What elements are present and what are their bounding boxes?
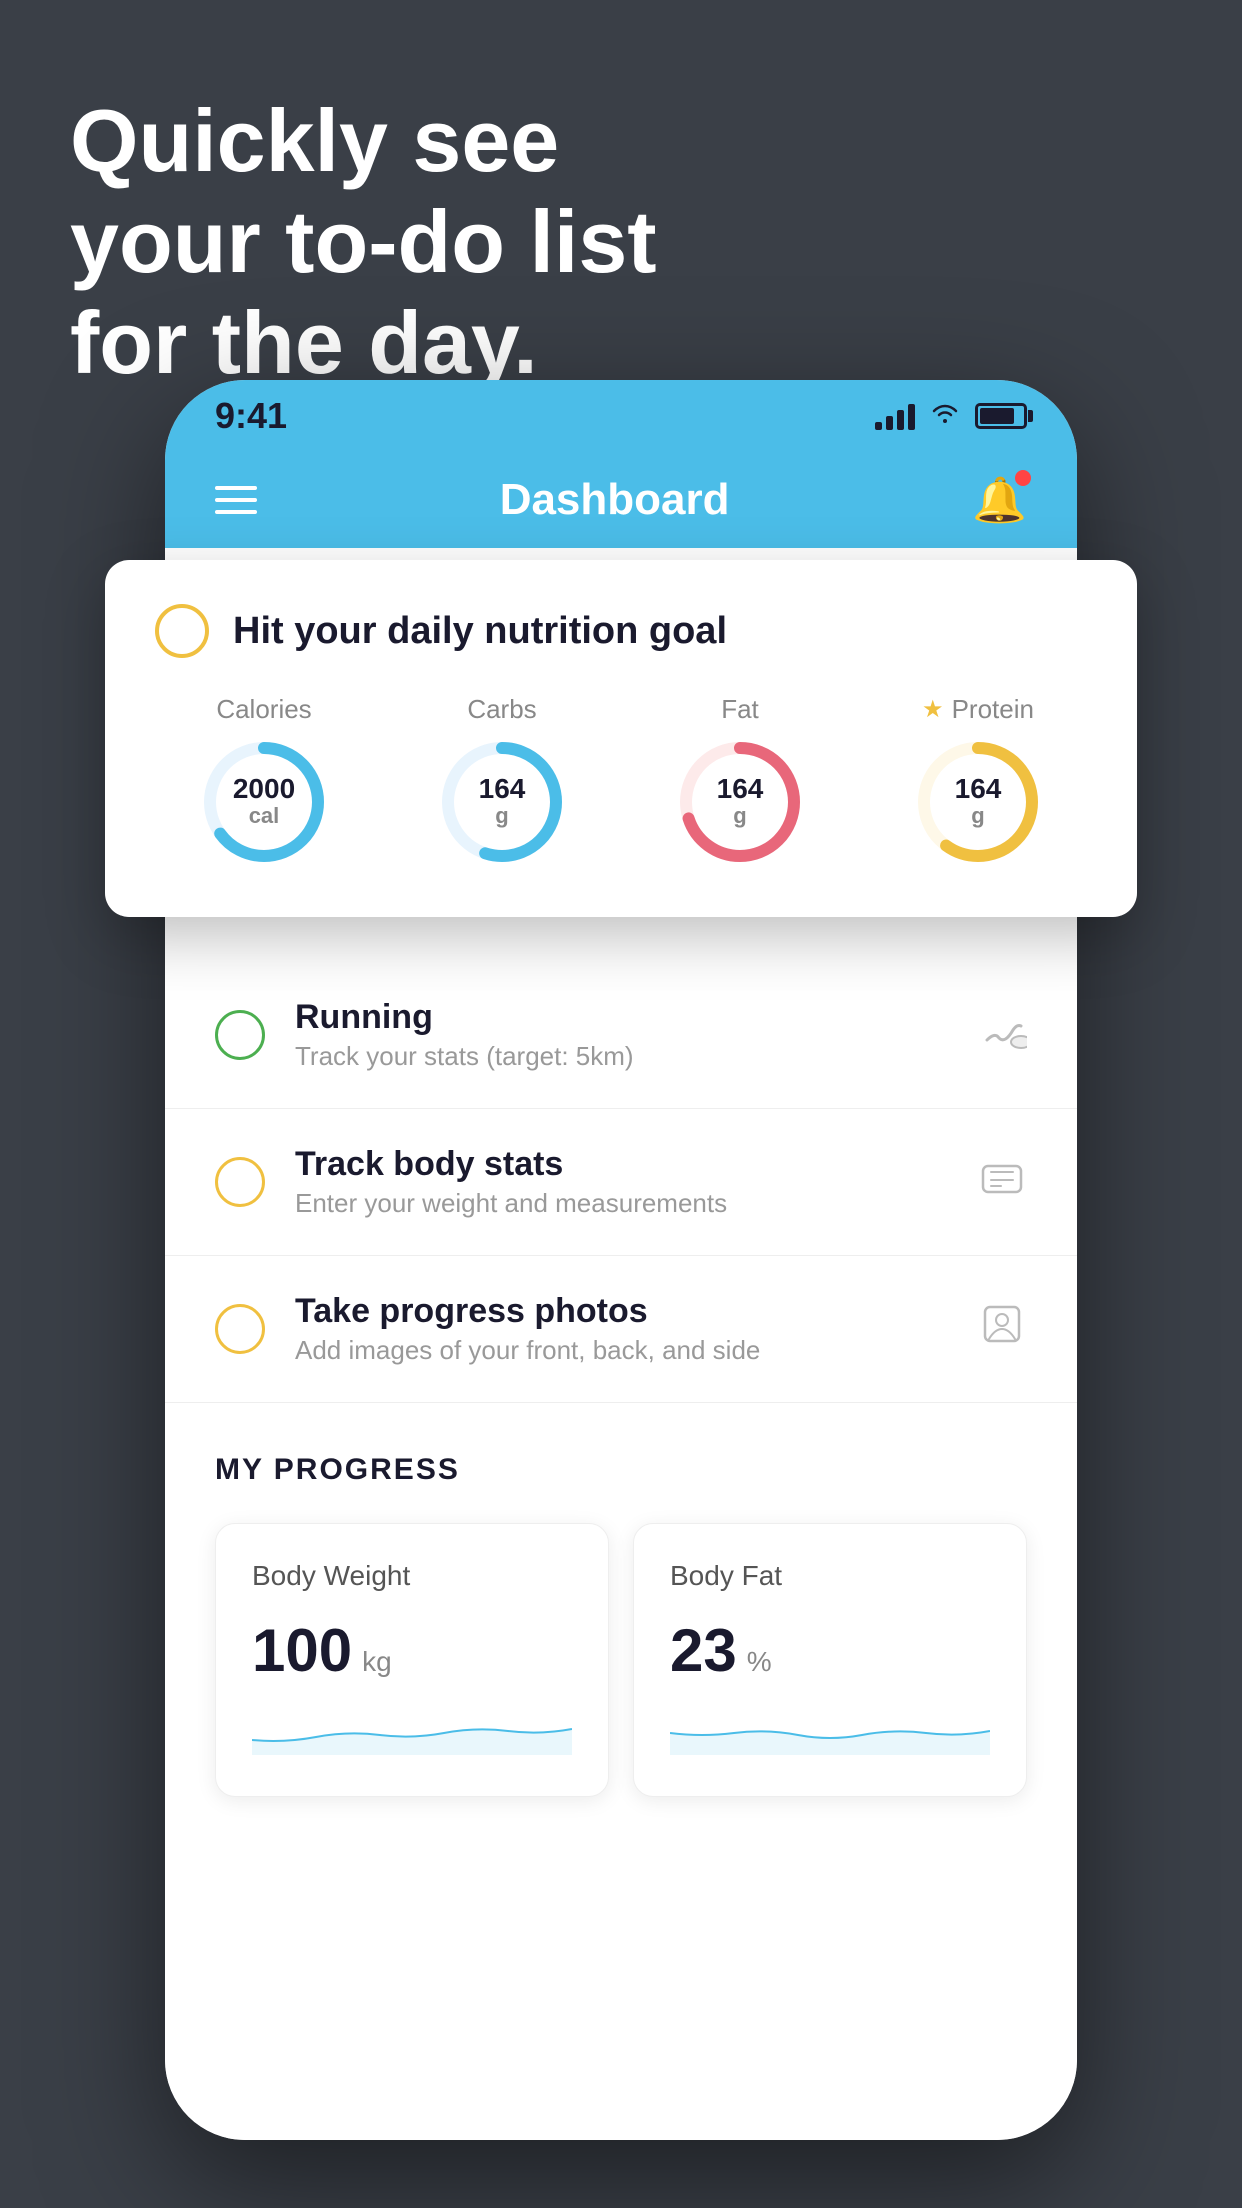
todo-text-body-stats: Track body stats Enter your weight and m… [295,1145,947,1219]
carbs-value: 164 [479,775,526,803]
body-fat-value: 23 [670,1616,737,1685]
nutrition-card-title: Hit your daily nutrition goal [233,610,727,653]
protein-ring: 164 g [913,737,1043,867]
carbs-label: Carbs [467,694,536,725]
body-fat-unit: % [747,1646,772,1678]
protein-label: Protein [952,694,1034,725]
nutrition-card: Hit your daily nutrition goal Calories 2… [105,560,1137,917]
fat-unit: g [717,803,764,829]
body-weight-sparkline [252,1705,572,1755]
progress-section: MY PROGRESS Body Weight 100 kg Body Fat [165,1403,1077,1827]
body-weight-label: Body Weight [252,1560,572,1592]
progress-cards: Body Weight 100 kg Body Fat 23 % [215,1523,1027,1797]
todo-circle-running [215,1010,265,1060]
body-fat-card: Body Fat 23 % [633,1523,1027,1797]
body-weight-unit: kg [362,1646,392,1678]
card-title-row: Hit your daily nutrition goal [155,604,1087,658]
calories-unit: cal [233,803,295,829]
body-weight-card: Body Weight 100 kg [215,1523,609,1797]
headline-line2: your to-do list [70,191,657,292]
hamburger-menu[interactable] [215,486,257,514]
body-fat-value-row: 23 % [670,1616,990,1685]
carbs-unit: g [479,803,526,829]
list-item[interactable]: Track body stats Enter your weight and m… [165,1109,1077,1256]
headline-line1: Quickly see [70,90,657,191]
star-icon: ★ [922,695,944,724]
portrait-icon [977,1299,1027,1359]
calories-ring: 2000 cal [199,737,329,867]
scale-icon [977,1152,1027,1212]
protein-unit: g [955,803,1002,829]
protein-item: ★ Protein 164 g [913,694,1043,867]
status-bar: 9:41 [165,380,1077,452]
calories-value: 2000 [233,775,295,803]
list-item[interactable]: Take progress photos Add images of your … [165,1256,1077,1403]
todo-circle-photos [215,1304,265,1354]
todo-text-running: Running Track your stats (target: 5km) [295,998,947,1072]
wifi-icon [929,400,961,432]
fat-ring: 164 g [675,737,805,867]
list-item[interactable]: Running Track your stats (target: 5km) [165,962,1077,1109]
headline: Quickly see your to-do list for the day. [70,90,657,394]
status-time: 9:41 [215,395,287,437]
todo-list: Running Track your stats (target: 5km) T… [165,962,1077,1403]
status-icons [875,400,1027,432]
carbs-item: Carbs 164 g [437,694,567,867]
body-weight-value: 100 [252,1616,352,1685]
body-fat-label: Body Fat [670,1560,990,1592]
protein-label-row: ★ Protein [922,694,1034,725]
carbs-ring: 164 g [437,737,567,867]
progress-title: MY PROGRESS [215,1453,1027,1487]
battery-icon [975,403,1027,429]
nutrition-grid: Calories 2000 cal Carbs [155,694,1087,867]
body-weight-value-row: 100 kg [252,1616,572,1685]
todo-circle-body-stats [215,1157,265,1207]
nutrition-check-circle[interactable] [155,604,209,658]
todo-text-photos: Take progress photos Add images of your … [295,1292,947,1366]
headline-line3: for the day. [70,292,657,393]
fat-item: Fat 164 g [675,694,805,867]
notification-dot [1015,470,1031,486]
nav-title: Dashboard [500,475,730,525]
nav-bar: Dashboard 🔔 [165,452,1077,548]
fat-label: Fat [721,694,759,725]
signal-icon [875,402,915,430]
body-fat-sparkline [670,1705,990,1755]
protein-value: 164 [955,775,1002,803]
bell-icon[interactable]: 🔔 [972,474,1027,526]
calories-item: Calories 2000 cal [199,694,329,867]
fat-value: 164 [717,775,764,803]
running-icon [977,1010,1027,1060]
calories-label: Calories [216,694,311,725]
